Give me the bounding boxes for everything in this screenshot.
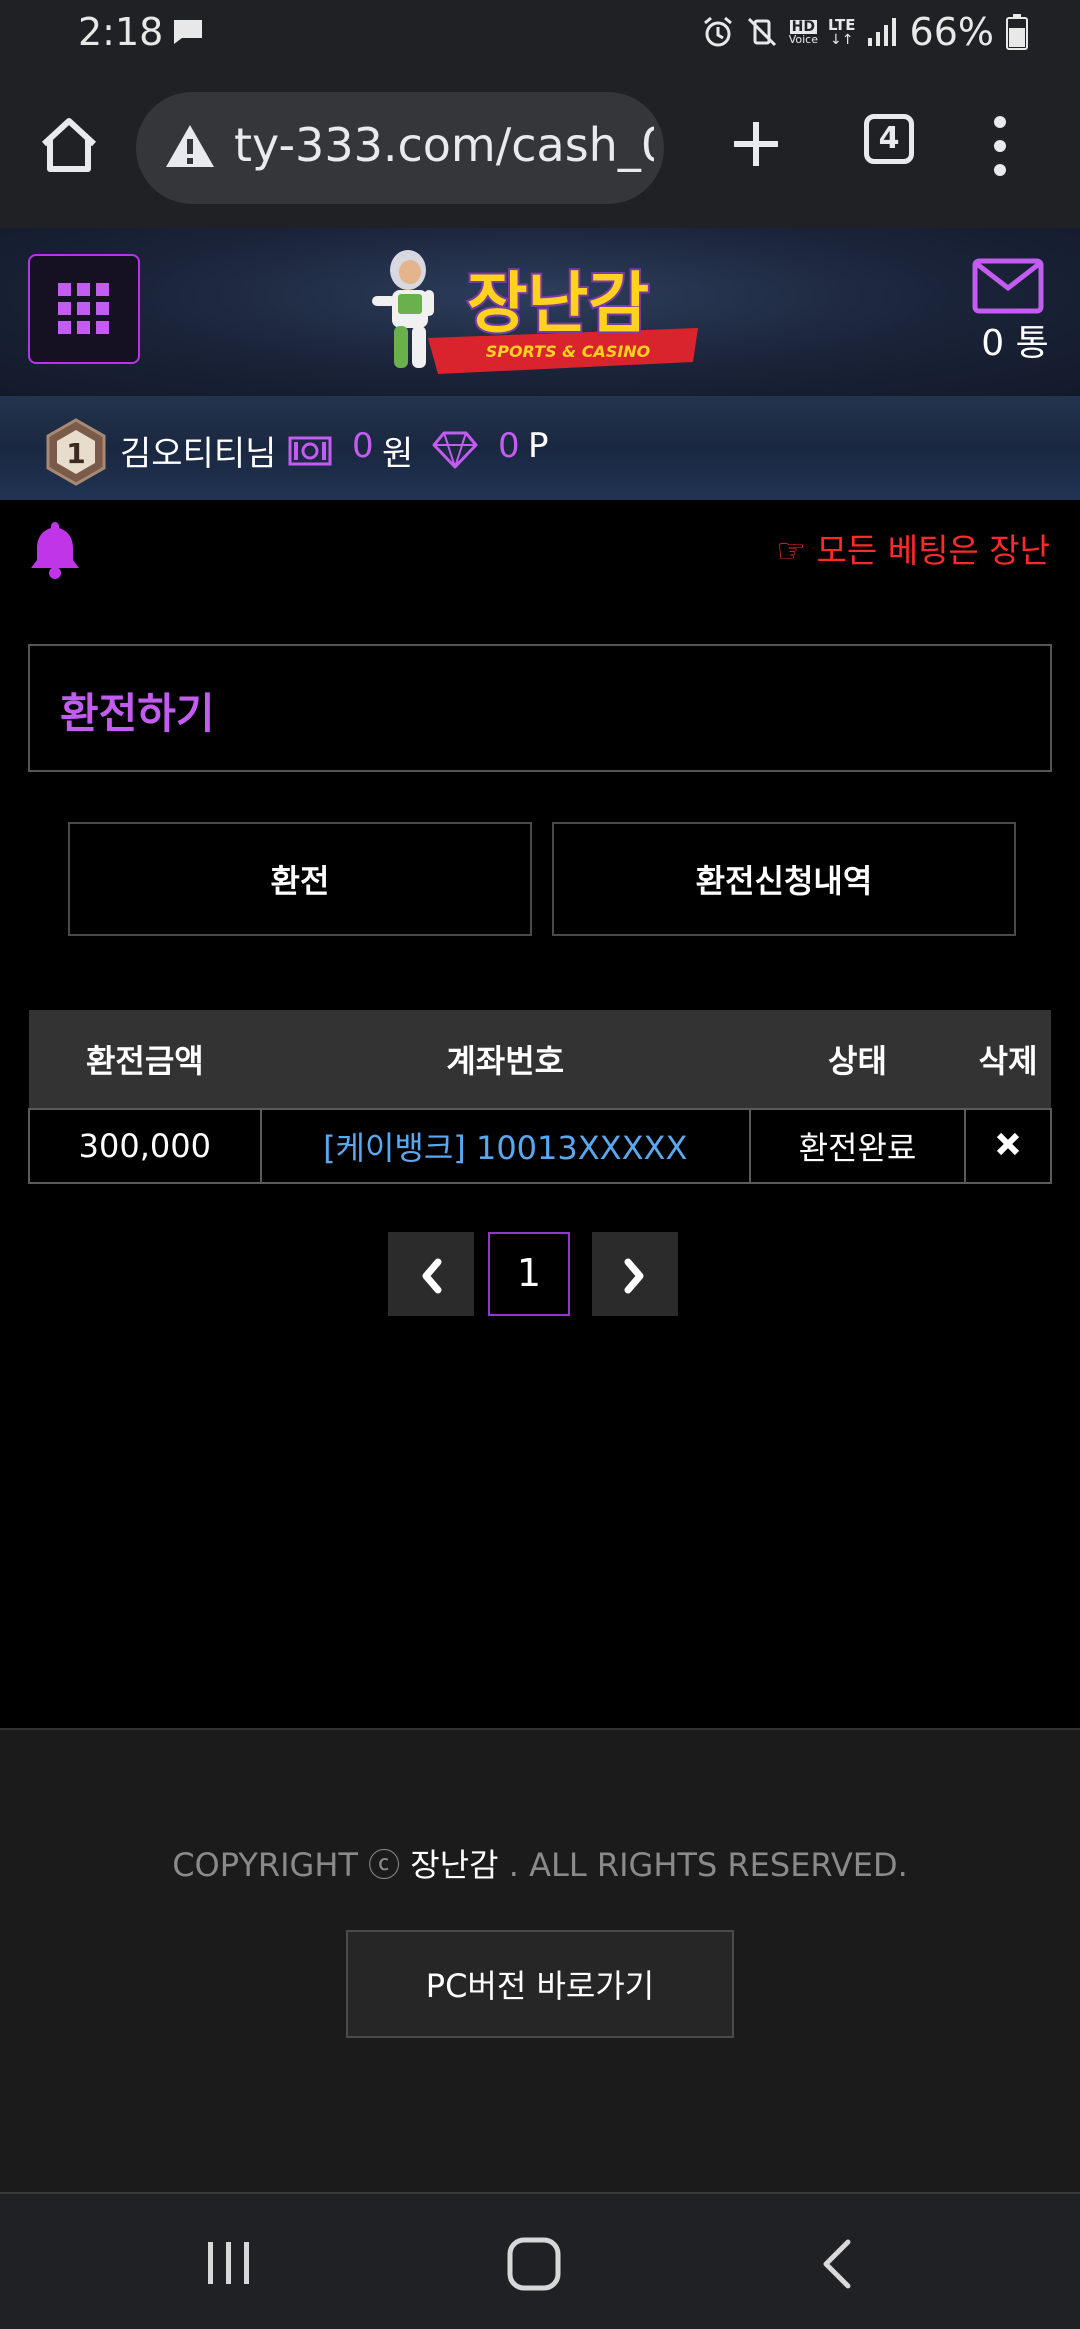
cell-account: [케이뱅크] 10013XXXXX bbox=[259, 1108, 751, 1184]
tab-switcher-button[interactable]: 4 bbox=[864, 114, 914, 164]
home-nav-icon[interactable] bbox=[506, 2236, 562, 2292]
address-bar[interactable]: ty-333.com/cash_02 bbox=[136, 92, 664, 204]
back-nav-icon[interactable] bbox=[816, 2236, 860, 2292]
svg-text:장난감: 장난감 bbox=[467, 265, 649, 342]
page-title: 환전하기 bbox=[60, 689, 215, 738]
pc-version-button[interactable]: PC버전 바로가기 bbox=[346, 1930, 734, 2038]
svg-text:1: 1 bbox=[66, 437, 85, 470]
site-header: 장난감 SPORTS & CASINO 0 통 bbox=[0, 228, 1080, 398]
battery-icon bbox=[1006, 14, 1028, 50]
user-info-bar: 1 김오티티님 0 원 0 P bbox=[0, 396, 1080, 500]
mail-count[interactable]: 0 통 bbox=[950, 314, 1080, 366]
points-unit: P bbox=[528, 426, 549, 466]
signal-icon bbox=[867, 18, 896, 46]
page-title-box: 환전하기 bbox=[28, 644, 1052, 772]
message-notification-icon bbox=[174, 20, 202, 44]
menu-grid-button[interactable] bbox=[28, 254, 140, 364]
column-header-status: 상태 bbox=[749, 1010, 966, 1109]
pagination-page-current[interactable]: 1 bbox=[488, 1232, 570, 1316]
android-navigation-bar bbox=[0, 2192, 1080, 2329]
username: 김오티티님 bbox=[120, 434, 277, 474]
status-bar: 2:18 HD Voice LTE ↓↑ 66% bbox=[0, 0, 1080, 70]
battery-percent: 66% bbox=[909, 10, 994, 54]
mascot-figure bbox=[372, 250, 434, 368]
table-row: 300,000 [케이뱅크] 10013XXXXX 환전완료 bbox=[28, 1108, 1052, 1184]
status-icons: HD Voice LTE ↓↑ bbox=[701, 15, 898, 49]
overflow-menu-icon[interactable] bbox=[990, 114, 1010, 178]
grid-menu-icon bbox=[58, 283, 109, 334]
money-balance: 0 bbox=[352, 426, 374, 466]
withdraw-history-table: 환전금액 계좌번호 상태 삭제 300,000 [케이뱅크] 10013XXXX… bbox=[28, 1010, 1052, 1184]
close-icon bbox=[996, 1132, 1020, 1156]
column-header-delete: 삭제 bbox=[965, 1010, 1051, 1109]
browser-toolbar: ty-333.com/cash_02 4 bbox=[0, 70, 1080, 231]
pagination-prev-button[interactable] bbox=[388, 1232, 474, 1316]
pagination-next-button[interactable] bbox=[592, 1232, 678, 1316]
money-unit: 원 bbox=[382, 434, 414, 474]
svg-text:SPORTS & CASINO: SPORTS & CASINO bbox=[486, 342, 651, 361]
rank-badge-icon: 1 bbox=[46, 418, 106, 486]
chevron-left-icon bbox=[422, 1258, 442, 1294]
points-balance: 0 bbox=[498, 426, 520, 466]
lte-icon: LTE ↓↑ bbox=[827, 15, 856, 48]
alarm-icon bbox=[703, 16, 732, 47]
table-header-row: 환전금액 계좌번호 상태 삭제 bbox=[29, 1010, 1051, 1109]
chevron-right-icon bbox=[624, 1258, 644, 1294]
mascot-logo-icon: 장난감 SPORTS & CASINO bbox=[372, 250, 698, 374]
notice-ticker[interactable]: ☞ 모든 베팅은 장난 bbox=[776, 524, 1050, 572]
copyright-brand: 장난감 bbox=[410, 1846, 499, 1884]
home-icon[interactable] bbox=[36, 112, 102, 178]
bell-icon[interactable] bbox=[28, 518, 82, 580]
cell-amount: 300,000 bbox=[28, 1108, 262, 1184]
tab-withdraw-history[interactable]: 환전신청내역 bbox=[552, 822, 1016, 936]
new-tab-icon[interactable] bbox=[726, 114, 786, 174]
column-header-amount: 환전금액 bbox=[29, 1010, 261, 1109]
mail-icon[interactable] bbox=[972, 258, 1044, 314]
status-time: 2:18 bbox=[78, 10, 164, 54]
vibrate-mute-icon bbox=[747, 17, 776, 47]
warning-icon[interactable] bbox=[164, 122, 216, 170]
recent-apps-icon[interactable] bbox=[204, 2238, 254, 2288]
tab-withdraw[interactable]: 환전 bbox=[68, 822, 532, 936]
diamond-icon bbox=[432, 431, 478, 469]
column-header-account: 계좌번호 bbox=[260, 1010, 750, 1109]
delete-button[interactable] bbox=[964, 1108, 1052, 1184]
cell-status: 환전완료 bbox=[748, 1108, 967, 1184]
status-right: HD Voice LTE ↓↑ 66% bbox=[701, 10, 1028, 54]
hd-voice-icon: HD Voice bbox=[788, 18, 818, 46]
copyright-text: COPYRIGHT ⓒ 장난감 . ALL RIGHTS RESERVED. bbox=[172, 1846, 908, 1884]
money-icon bbox=[288, 436, 332, 466]
site-footer: COPYRIGHT ⓒ 장난감 . ALL RIGHTS RESERVED. P… bbox=[0, 1728, 1080, 2194]
site-logo[interactable]: 장난감 SPORTS & CASINO bbox=[368, 240, 708, 380]
url-text[interactable]: ty-333.com/cash_02 bbox=[234, 118, 654, 172]
